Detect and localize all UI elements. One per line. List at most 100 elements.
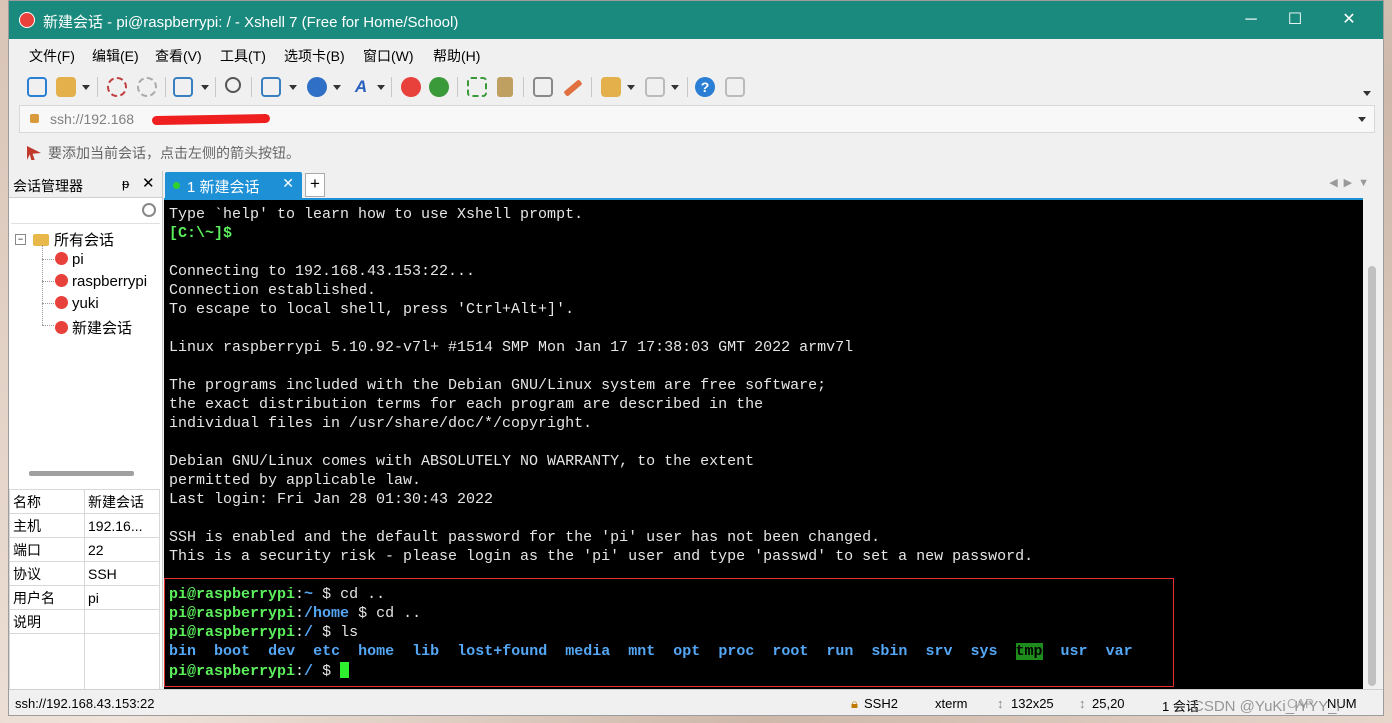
menu-tabs[interactable]: 选项卡(B) [284, 46, 345, 66]
transfer-dropdown-icon[interactable] [627, 85, 635, 90]
pin-icon[interactable]: ᵽ [122, 176, 129, 191]
lock-icon [30, 114, 39, 123]
property-key [9, 633, 85, 697]
scrollbar-thumb[interactable] [1368, 266, 1376, 686]
redaction-mark [151, 113, 271, 126]
toolbar-separator [457, 77, 458, 97]
ls-entry: boot [214, 643, 251, 660]
session-icon [55, 252, 68, 265]
menu-edit[interactable]: 编辑(E) [92, 46, 139, 66]
property-row: 端口 22 [9, 537, 160, 562]
terminal[interactable]: Type `help' to learn how to use Xshell p… [164, 198, 1363, 689]
minimize-icon[interactable]: ─ [1231, 7, 1271, 33]
ls-entry: home [358, 643, 395, 660]
layout-icon[interactable] [261, 77, 281, 97]
menu-tools[interactable]: 工具(T) [220, 46, 266, 66]
open-folder-icon[interactable] [56, 77, 76, 97]
menu-view[interactable]: 查看(V) [155, 46, 202, 66]
toolbar-separator [251, 77, 252, 97]
toolbar-overflow-icon[interactable] [1363, 91, 1371, 96]
font-icon[interactable]: A [351, 77, 371, 97]
find-icon[interactable] [225, 77, 241, 93]
menu-help[interactable]: 帮助(H) [433, 46, 480, 66]
help-icon[interactable]: ? [695, 77, 715, 97]
menu-window[interactable]: 窗口(W) [363, 46, 414, 66]
session-search-input[interactable] [11, 199, 160, 224]
ls-entry: mnt [628, 643, 656, 660]
prompt-line: pi@raspberrypi:~ $ cd .. [169, 586, 386, 603]
status-terminal-type: xterm [935, 696, 968, 711]
ls-entry: srv [925, 643, 953, 660]
terminal-line: Debian GNU/Linux comes with ABSOLUTELY N… [169, 453, 755, 470]
reconnect-icon[interactable] [107, 77, 127, 97]
layout-dropdown-icon[interactable] [289, 85, 297, 90]
title-bar[interactable]: 新建会话 - pi@raspberrypi: / - Xshell 7 (Fre… [9, 1, 1383, 39]
status-size: 132x25 [1011, 696, 1054, 711]
keyboard-icon[interactable] [533, 77, 553, 97]
ls-output: bin boot dev etc home lib lost+found med… [169, 643, 1133, 660]
prompt-user: pi@raspberrypi [169, 624, 296, 641]
add-session-arrow-icon[interactable] [27, 146, 41, 160]
terminal-line: [C:\~]$ [169, 225, 233, 242]
terminal-line: Last login: Fri Jan 28 01:30:43 2022 [169, 491, 494, 508]
disconnect-icon[interactable] [137, 77, 157, 97]
close-panel-icon[interactable]: ✕ [142, 174, 155, 192]
tree-line [42, 259, 54, 260]
status-cursor-position: 25,20 [1092, 696, 1125, 711]
chat-icon[interactable] [725, 77, 745, 97]
toolbar-separator [215, 77, 216, 97]
terminal-line: individual files in /usr/share/doc/*/cop… [169, 415, 593, 432]
tree-line [42, 303, 54, 304]
fullscreen-icon[interactable] [467, 77, 487, 97]
tree-item-new-session[interactable]: 新建会话 [55, 317, 132, 338]
new-session-icon[interactable] [27, 77, 47, 97]
ls-entry: bin [169, 643, 197, 660]
xftp-icon[interactable] [429, 77, 449, 97]
maximize-icon[interactable]: ☐ [1275, 7, 1315, 33]
xshell-logo-icon [19, 12, 35, 28]
session-properties-table: 名称 新建会话 主机 192.16... 端口 22 协议 SSH 用户名 pi 说明 [9, 489, 160, 697]
globe-dropdown-icon[interactable] [333, 85, 341, 90]
font-dropdown-icon[interactable] [377, 85, 385, 90]
properties-icon[interactable] [173, 77, 193, 97]
terminal-line: Type `help' to learn how to use Xshell p… [169, 206, 584, 223]
tree-horizontal-scrollbar[interactable] [29, 471, 134, 476]
transfer-icon[interactable] [601, 77, 621, 97]
address-dropdown-icon[interactable] [1358, 117, 1366, 122]
collapse-icon[interactable]: − [15, 234, 26, 245]
property-value: SSH [84, 561, 160, 586]
terminal-line: The programs included with the Debian GN… [169, 377, 827, 394]
terminal-line: Connecting to 192.168.43.153:22... [169, 263, 476, 280]
open-dropdown-icon[interactable] [82, 85, 90, 90]
session-icon [55, 274, 68, 287]
tree-item-pi[interactable]: pi [55, 251, 84, 268]
new-tab-button[interactable]: + [305, 173, 325, 197]
tree-item-raspberrypi[interactable]: raspberrypi [55, 273, 147, 290]
tree-item-yuki[interactable]: yuki [55, 295, 99, 312]
tile-dropdown-icon[interactable] [671, 85, 679, 90]
terminal-line: the exact distribution terms for each pr… [169, 396, 764, 413]
property-key: 主机 [9, 513, 85, 538]
menu-file[interactable]: 文件(F) [29, 46, 75, 66]
tree-item-label: pi [72, 251, 84, 268]
tab-close-icon[interactable]: ✕ [282, 175, 294, 192]
tree-root-all-sessions[interactable]: 所有会话 [33, 229, 114, 250]
tile-icon[interactable] [645, 77, 665, 97]
globe-icon[interactable] [307, 77, 327, 97]
highlight-icon[interactable] [563, 79, 583, 97]
toolbar-separator [591, 77, 592, 97]
tab-navigation[interactable]: ◀▶▼ [1329, 176, 1375, 189]
close-icon[interactable]: ✕ [1329, 7, 1369, 33]
tree-line [42, 325, 54, 326]
tree-line [42, 281, 54, 282]
prompt-user: pi@raspberrypi [169, 586, 296, 603]
xshell-icon[interactable] [401, 77, 421, 97]
tab-new-session[interactable]: 1 新建会话 ✕ [165, 172, 302, 198]
terminal-scrollbar[interactable] [1363, 198, 1382, 687]
lock-icon[interactable] [497, 77, 513, 97]
address-input[interactable]: ssh://192.168 [50, 111, 134, 127]
property-row: 用户名 pi [9, 585, 160, 610]
ls-entry: run [826, 643, 854, 660]
address-bar[interactable]: ssh://192.168 [19, 105, 1375, 133]
properties-dropdown-icon[interactable] [201, 85, 209, 90]
